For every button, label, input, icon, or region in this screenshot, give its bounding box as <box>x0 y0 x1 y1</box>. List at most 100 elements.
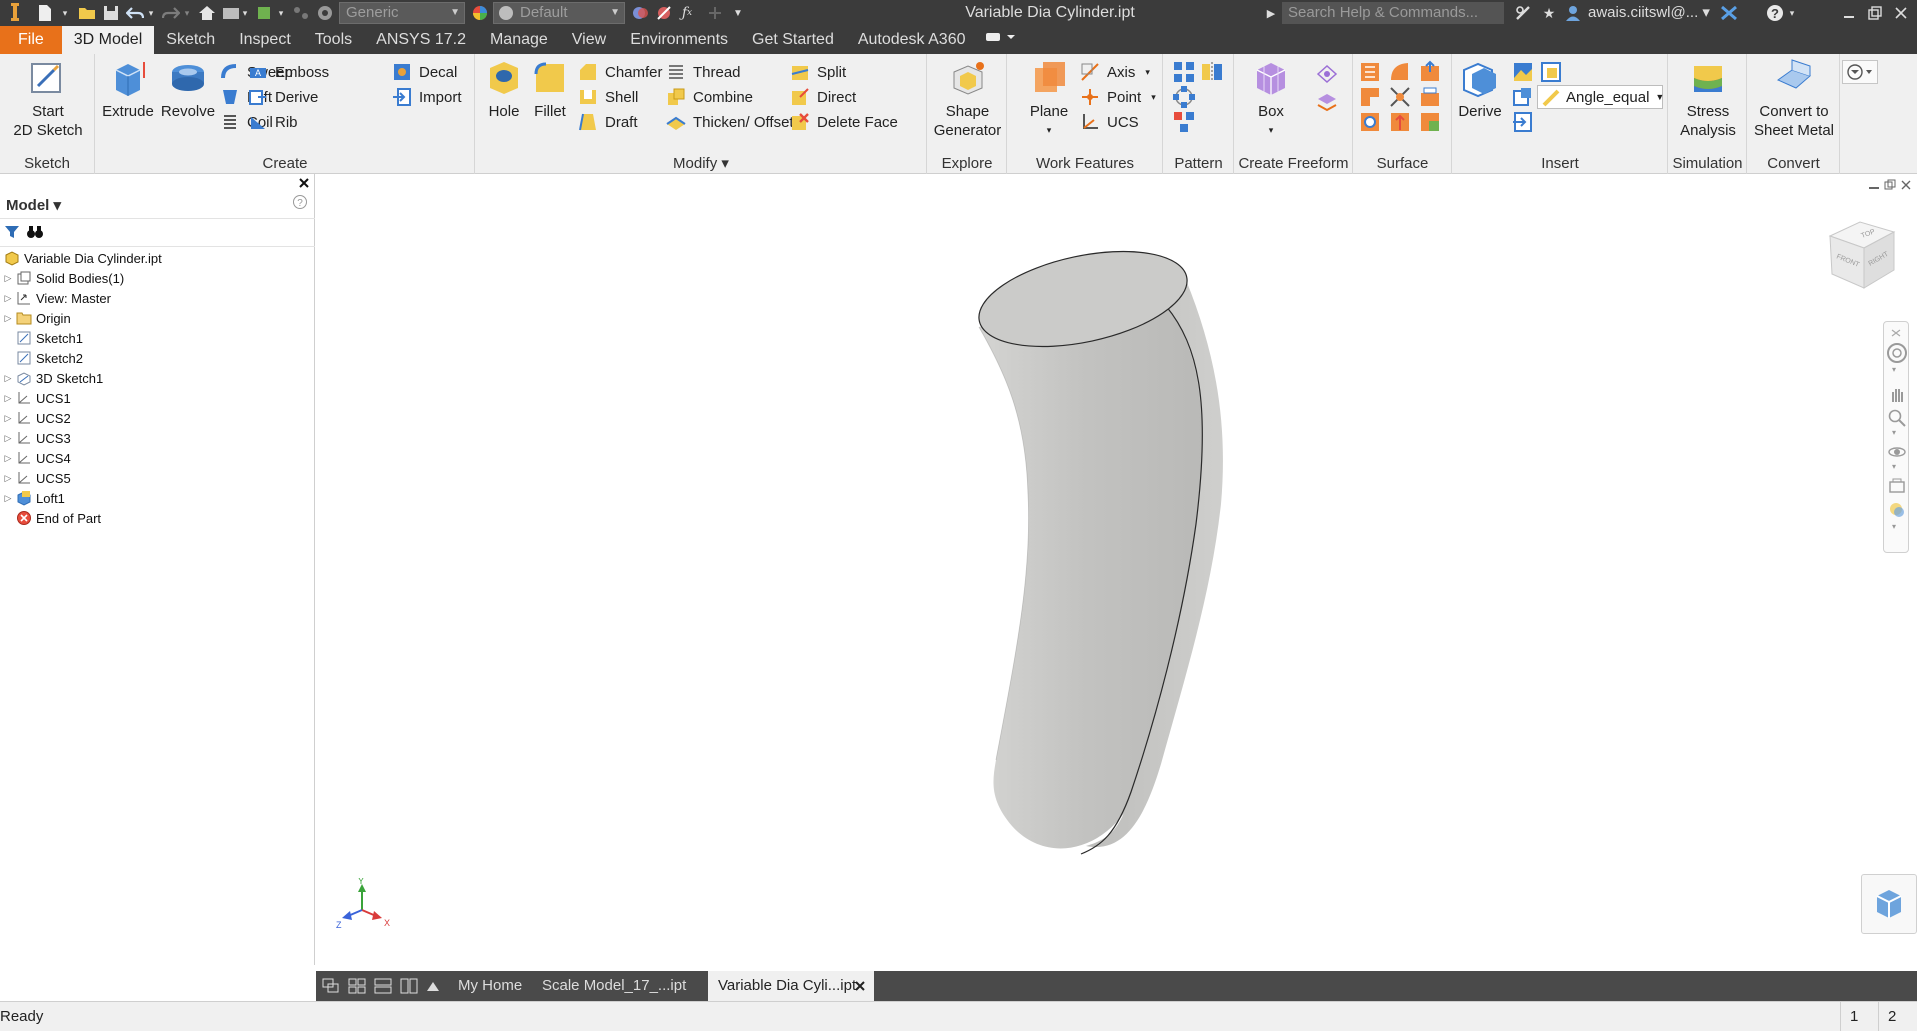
appearance-ball-icon[interactable] <box>469 0 491 26</box>
search-expand-icon[interactable]: ▶ <box>1264 0 1278 26</box>
minimize-icon[interactable] <box>1836 0 1862 26</box>
stitch-icon[interactable] <box>1358 85 1382 109</box>
new-file-icon[interactable] <box>34 0 56 26</box>
browser-node[interactable]: ▷ UCS2 <box>0 408 315 428</box>
derive-button[interactable]: Derive <box>248 85 318 109</box>
browser-node[interactable]: ▷ UCS4 <box>0 448 315 468</box>
insert-derive-button[interactable]: Derive <box>1455 58 1505 121</box>
axis-button[interactable]: Axis ▾ <box>1080 60 1150 84</box>
doc-tab-close-icon[interactable] <box>854 980 866 992</box>
sketch-driven-pattern-icon[interactable] <box>1172 110 1196 134</box>
emboss-button[interactable]: A Emboss <box>248 60 329 84</box>
parameters-fx-icon[interactable]: ƒx <box>676 0 698 26</box>
delete-face-button[interactable]: Delete Face <box>790 110 898 134</box>
graphics-viewport[interactable]: TOP FRONT RIGHT ▾ ▾ ▾ ▾ Y X Z <box>316 174 1917 971</box>
expand-arrow-icon[interactable]: ▷ <box>0 373 16 384</box>
insert-object-icon[interactable] <box>1511 85 1535 109</box>
browser-node[interactable]: ▷ UCS1 <box>0 388 315 408</box>
search-binoculars-icon[interactable] <box>1512 0 1534 26</box>
select-dropdown-icon[interactable]: ▾ <box>276 0 286 26</box>
tab-sketch[interactable]: Sketch <box>154 26 227 54</box>
ribbon-options-button[interactable] <box>1842 60 1878 84</box>
patch-icon[interactable] <box>1388 110 1412 134</box>
update-icon[interactable] <box>220 0 242 26</box>
orbit-icon[interactable] <box>1887 442 1907 462</box>
steering-wheel-icon[interactable] <box>1886 342 1908 364</box>
edit-form-icon[interactable] <box>1315 62 1339 86</box>
select-icon[interactable] <box>254 0 276 26</box>
doc-tab-my-home[interactable]: My Home <box>448 971 532 1001</box>
split-button[interactable]: Split <box>790 60 846 84</box>
point-button[interactable]: Point ▾ <box>1080 85 1156 109</box>
revolve-button[interactable]: Revolve <box>158 58 218 121</box>
boundary-patch-icon[interactable] <box>1418 60 1442 84</box>
show-documents-icon[interactable] <box>426 979 440 993</box>
help-icon[interactable]: ? <box>1764 0 1786 26</box>
extrude-button[interactable]: Extrude <box>100 58 156 121</box>
browser-help-icon[interactable]: ? <box>292 194 308 210</box>
rectangular-pattern-icon[interactable] <box>1172 60 1196 84</box>
customize-qat-icon[interactable]: ▼ <box>730 0 746 26</box>
browser-node[interactable]: ▷ 3D Sketch1 <box>0 368 315 388</box>
tab-ansys[interactable]: ANSYS 17.2 <box>364 26 478 54</box>
convert-to-sheet-metal-button[interactable]: Convert to Sheet Metal <box>1748 58 1840 140</box>
tile-windows-icon[interactable] <box>348 978 366 994</box>
tab-get-started[interactable]: Get Started <box>740 26 846 54</box>
tab-tools[interactable]: Tools <box>303 26 364 54</box>
rib-button[interactable]: Rib <box>248 110 298 134</box>
viewport-restore-icon[interactable] <box>1884 179 1896 191</box>
tab-3d-model[interactable]: 3D Model <box>61 26 155 54</box>
insert-point-cloud-icon[interactable] <box>1539 60 1563 84</box>
zoom-dropdown-icon[interactable]: ▾ <box>1892 428 1896 437</box>
tile-vertical-icon[interactable] <box>400 978 418 994</box>
navigation-home-button[interactable] <box>1861 874 1917 934</box>
viewcube[interactable]: TOP FRONT RIGHT <box>1820 212 1906 298</box>
measure-icon[interactable] <box>290 0 312 26</box>
orbit-dropdown-icon[interactable]: ▾ <box>1892 462 1896 471</box>
thread-button[interactable]: Thread <box>666 60 741 84</box>
shape-generator-button[interactable]: Shape Generator <box>928 58 1007 140</box>
replace-face-icon[interactable] <box>1358 110 1382 134</box>
ucs-button[interactable]: UCS <box>1080 110 1139 134</box>
favorites-star-icon[interactable]: ★ <box>1538 0 1560 26</box>
extend-surface-icon[interactable] <box>1418 85 1442 109</box>
decal-button[interactable]: Decal <box>392 60 457 84</box>
help-search-input[interactable]: Search Help & Commands... <box>1282 2 1504 24</box>
tab-manage[interactable]: Manage <box>478 26 560 54</box>
exchange-apps-icon[interactable] <box>1718 0 1740 26</box>
home-icon[interactable] <box>196 0 218 26</box>
add-button-icon[interactable] <box>702 0 728 26</box>
navbar-customize-dropdown-icon[interactable]: ▾ <box>1892 522 1896 531</box>
browser-node[interactable]: ▷ View: Master <box>0 288 315 308</box>
new-dropdown-icon[interactable]: ▾ <box>58 0 72 26</box>
stress-analysis-button[interactable]: Stress Analysis <box>1669 58 1747 140</box>
browser-node[interactable]: Variable Dia Cylinder.ipt <box>0 248 315 268</box>
user-icon[interactable] <box>1562 0 1584 26</box>
hole-button[interactable]: Hole <box>482 58 526 121</box>
ribbon-panel-toggle-icon[interactable] <box>977 26 1023 54</box>
material-combo[interactable]: Generic ▼ <box>339 2 465 24</box>
open-folder-icon[interactable] <box>76 0 98 26</box>
repair-bodies-icon[interactable] <box>1418 110 1442 134</box>
browser-node[interactable]: ▷ UCS5 <box>0 468 315 488</box>
save-icon[interactable] <box>100 0 122 26</box>
find-binoculars-icon[interactable] <box>26 224 44 240</box>
expand-arrow-icon[interactable]: ▷ <box>0 473 16 484</box>
expand-arrow-icon[interactable]: ▷ <box>0 293 16 304</box>
restore-icon[interactable] <box>1862 0 1888 26</box>
viewport-minimize-icon[interactable] <box>1868 179 1880 191</box>
help-dropdown-icon[interactable]: ▾ <box>1786 0 1798 26</box>
box-button[interactable]: Box ▾ <box>1241 58 1301 140</box>
expand-arrow-icon[interactable]: ▷ <box>0 493 16 504</box>
close-icon[interactable] <box>1888 0 1914 26</box>
tab-view[interactable]: View <box>560 26 618 54</box>
direct-button[interactable]: Direct <box>790 85 856 109</box>
expand-arrow-icon[interactable]: ▷ <box>0 413 16 424</box>
undo-dropdown-icon[interactable]: ▾ <box>146 0 156 26</box>
trim-surface-icon[interactable] <box>1388 85 1412 109</box>
draft-button[interactable]: Draft <box>578 110 638 134</box>
browser-node[interactable]: End of Part <box>0 508 315 528</box>
browser-close-icon[interactable] <box>298 177 310 189</box>
filter-icon[interactable] <box>4 224 20 240</box>
user-account[interactable]: awais.ciitswl@... ▾ <box>1588 0 1710 26</box>
